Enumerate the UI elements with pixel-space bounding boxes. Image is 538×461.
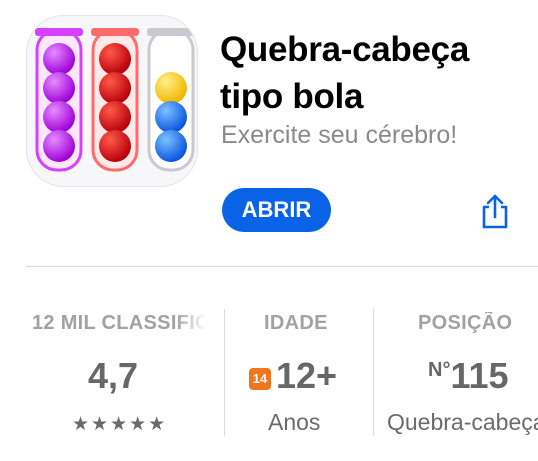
- rank-label: POSIÇÃO: [418, 312, 513, 334]
- rank-value: N°115: [428, 355, 509, 397]
- age-rating-badge-icon: 14: [249, 368, 271, 390]
- rank-category: Quebra-cabeça: [387, 409, 538, 435]
- rating-value: 4,7: [88, 355, 139, 396]
- share-icon: [482, 194, 508, 229]
- app-icon: [26, 15, 198, 187]
- share-button[interactable]: [478, 193, 512, 231]
- age-sub-label: Anos: [268, 409, 321, 435]
- app-subtitle: Exercite seu cérebro!: [221, 121, 458, 149]
- ratings-label: 12 MIL CLASSIFICAÇÕES: [32, 312, 205, 334]
- open-button[interactable]: ABRIR: [222, 188, 331, 232]
- age-value: 12+: [276, 355, 338, 396]
- column-divider: [224, 309, 225, 436]
- rank-number: 115: [450, 355, 509, 396]
- age-label: IDADE: [264, 312, 328, 334]
- column-divider: [373, 309, 374, 436]
- section-divider: [26, 266, 538, 267]
- rating-stars: ★★★★★: [72, 414, 168, 435]
- rank-prefix: N°: [428, 359, 451, 381]
- app-title: Quebra-cabeça tipo bola: [220, 30, 469, 116]
